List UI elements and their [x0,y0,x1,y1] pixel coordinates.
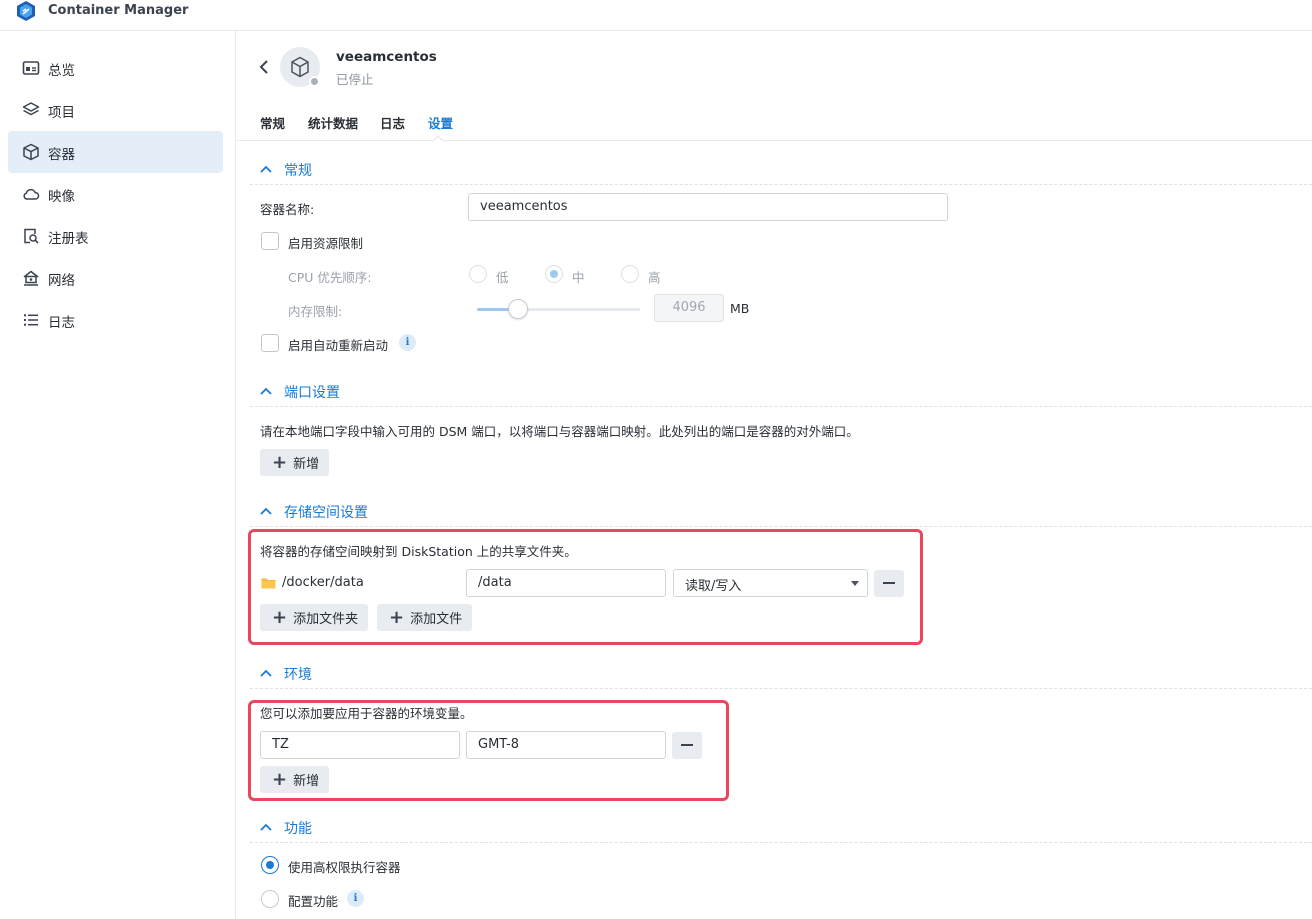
cpu-priority-high-radio[interactable] [621,265,639,283]
add-port-button[interactable]: + 新增 [260,449,330,476]
privileged-mode-label: 使用高权限执行容器 [288,860,401,875]
plus-icon: + [272,451,288,473]
chevron-up-icon [260,387,272,395]
cpu-priority-low-radio[interactable] [469,265,487,283]
info-icon[interactable]: i [347,890,364,907]
configure-capabilities-radio[interactable] [261,890,279,908]
sidebar-item-label: 网络 [48,273,75,289]
cloud-icon [23,188,40,200]
cpu-priority-medium-radio[interactable] [545,265,563,283]
back-chevron-icon[interactable] [257,58,271,76]
network-house-icon [23,270,39,286]
sidebar-item-label: 注册表 [48,231,89,247]
list-icon [24,314,38,326]
sidebar-item-containers[interactable]: 容器 [8,131,223,173]
memory-unit-label: MB [730,301,750,316]
sidebar-item-projects[interactable]: 项目 [8,89,223,131]
tab-general[interactable]: 常规 [260,113,285,132]
section-divider [250,406,1312,407]
main-panel: veeamcentos 已停止 常规 统计数据 日志 设置 常规 容器名称: v… [237,31,1312,919]
tab-logs[interactable]: 日志 [380,113,405,132]
auto-restart-label: 启用自动重新启动 [288,338,389,353]
sidebar-item-label: 容器 [48,147,75,163]
resource-limit-label: 启用资源限制 [288,236,364,251]
container-name-label: 容器名称: [260,202,315,217]
memory-limit-label: 内存限制: [288,304,343,319]
ports-description: 请在本地端口字段中输入可用的 DSM 端口，以将端口与容器端口映射。此处列出的端… [260,424,859,439]
cube-icon [291,56,309,78]
section-title: 功能 [284,821,312,837]
sidebar-item-label: 总览 [48,63,75,79]
privileged-mode-radio[interactable] [261,856,279,874]
sidebar-item-logs[interactable]: 日志 [8,299,223,341]
sidebar-item-registry[interactable]: 注册表 [8,215,223,257]
chevron-up-icon [260,507,272,515]
memory-limit-slider[interactable] [477,308,640,311]
configure-capabilities-label: 配置功能 [288,894,339,909]
highlight-box-storage [248,529,923,645]
section-title: 端口设置 [284,385,340,401]
cpu-priority-medium-label: 中 [572,270,585,285]
overview-icon [22,61,40,75]
app-title: Container Manager [48,3,189,18]
registry-search-icon [24,228,39,244]
active-tab-caret [433,135,443,141]
sidebar-item-overview[interactable]: 总览 [8,47,223,89]
add-port-label: 新增 [293,457,320,472]
memory-limit-slider-thumb[interactable] [508,299,528,319]
section-divider [250,688,1312,689]
highlight-box-environment [248,700,729,801]
section-divider [250,184,1312,185]
info-icon[interactable]: i [399,334,416,351]
chevron-up-icon [260,823,272,831]
sidebar-item-network[interactable]: 网络 [8,257,223,299]
cpu-priority-low-label: 低 [496,270,509,285]
container-manager-logo-icon [17,1,35,21]
container-name-input[interactable]: veeamcentos [468,193,948,221]
resource-limit-checkbox[interactable] [261,232,279,250]
container-name: veeamcentos [336,49,437,65]
tab-settings[interactable]: 设置 [428,113,453,132]
sidebar-item-label: 项目 [48,105,75,121]
title-bar: Container Manager [0,0,1312,31]
section-title: 环境 [284,667,312,683]
cpu-priority-high-label: 高 [648,270,661,285]
layers-icon [22,102,40,116]
sidebar-item-images[interactable]: 映像 [8,173,223,215]
sidebar-item-label: 映像 [48,189,75,205]
sidebar-item-label: 日志 [48,315,75,331]
cpu-priority-label: CPU 优先顺序: [288,270,372,285]
sidebar: 总览 项目 容器 映像 注册表 网络 日志 [0,31,236,919]
tab-divider [237,140,1312,141]
cube-icon [23,143,39,161]
section-title: 常规 [284,163,312,179]
memory-limit-input[interactable]: 4096 [654,294,724,322]
tab-statistics[interactable]: 统计数据 [308,113,358,132]
stopped-status-dot [309,76,320,87]
container-status: 已停止 [336,72,374,87]
chevron-up-icon [260,669,272,677]
section-divider [250,842,1312,843]
auto-restart-checkbox[interactable] [261,334,279,352]
section-title: 存储空间设置 [284,505,368,521]
chevron-up-icon [260,165,272,173]
section-divider [250,526,1312,527]
